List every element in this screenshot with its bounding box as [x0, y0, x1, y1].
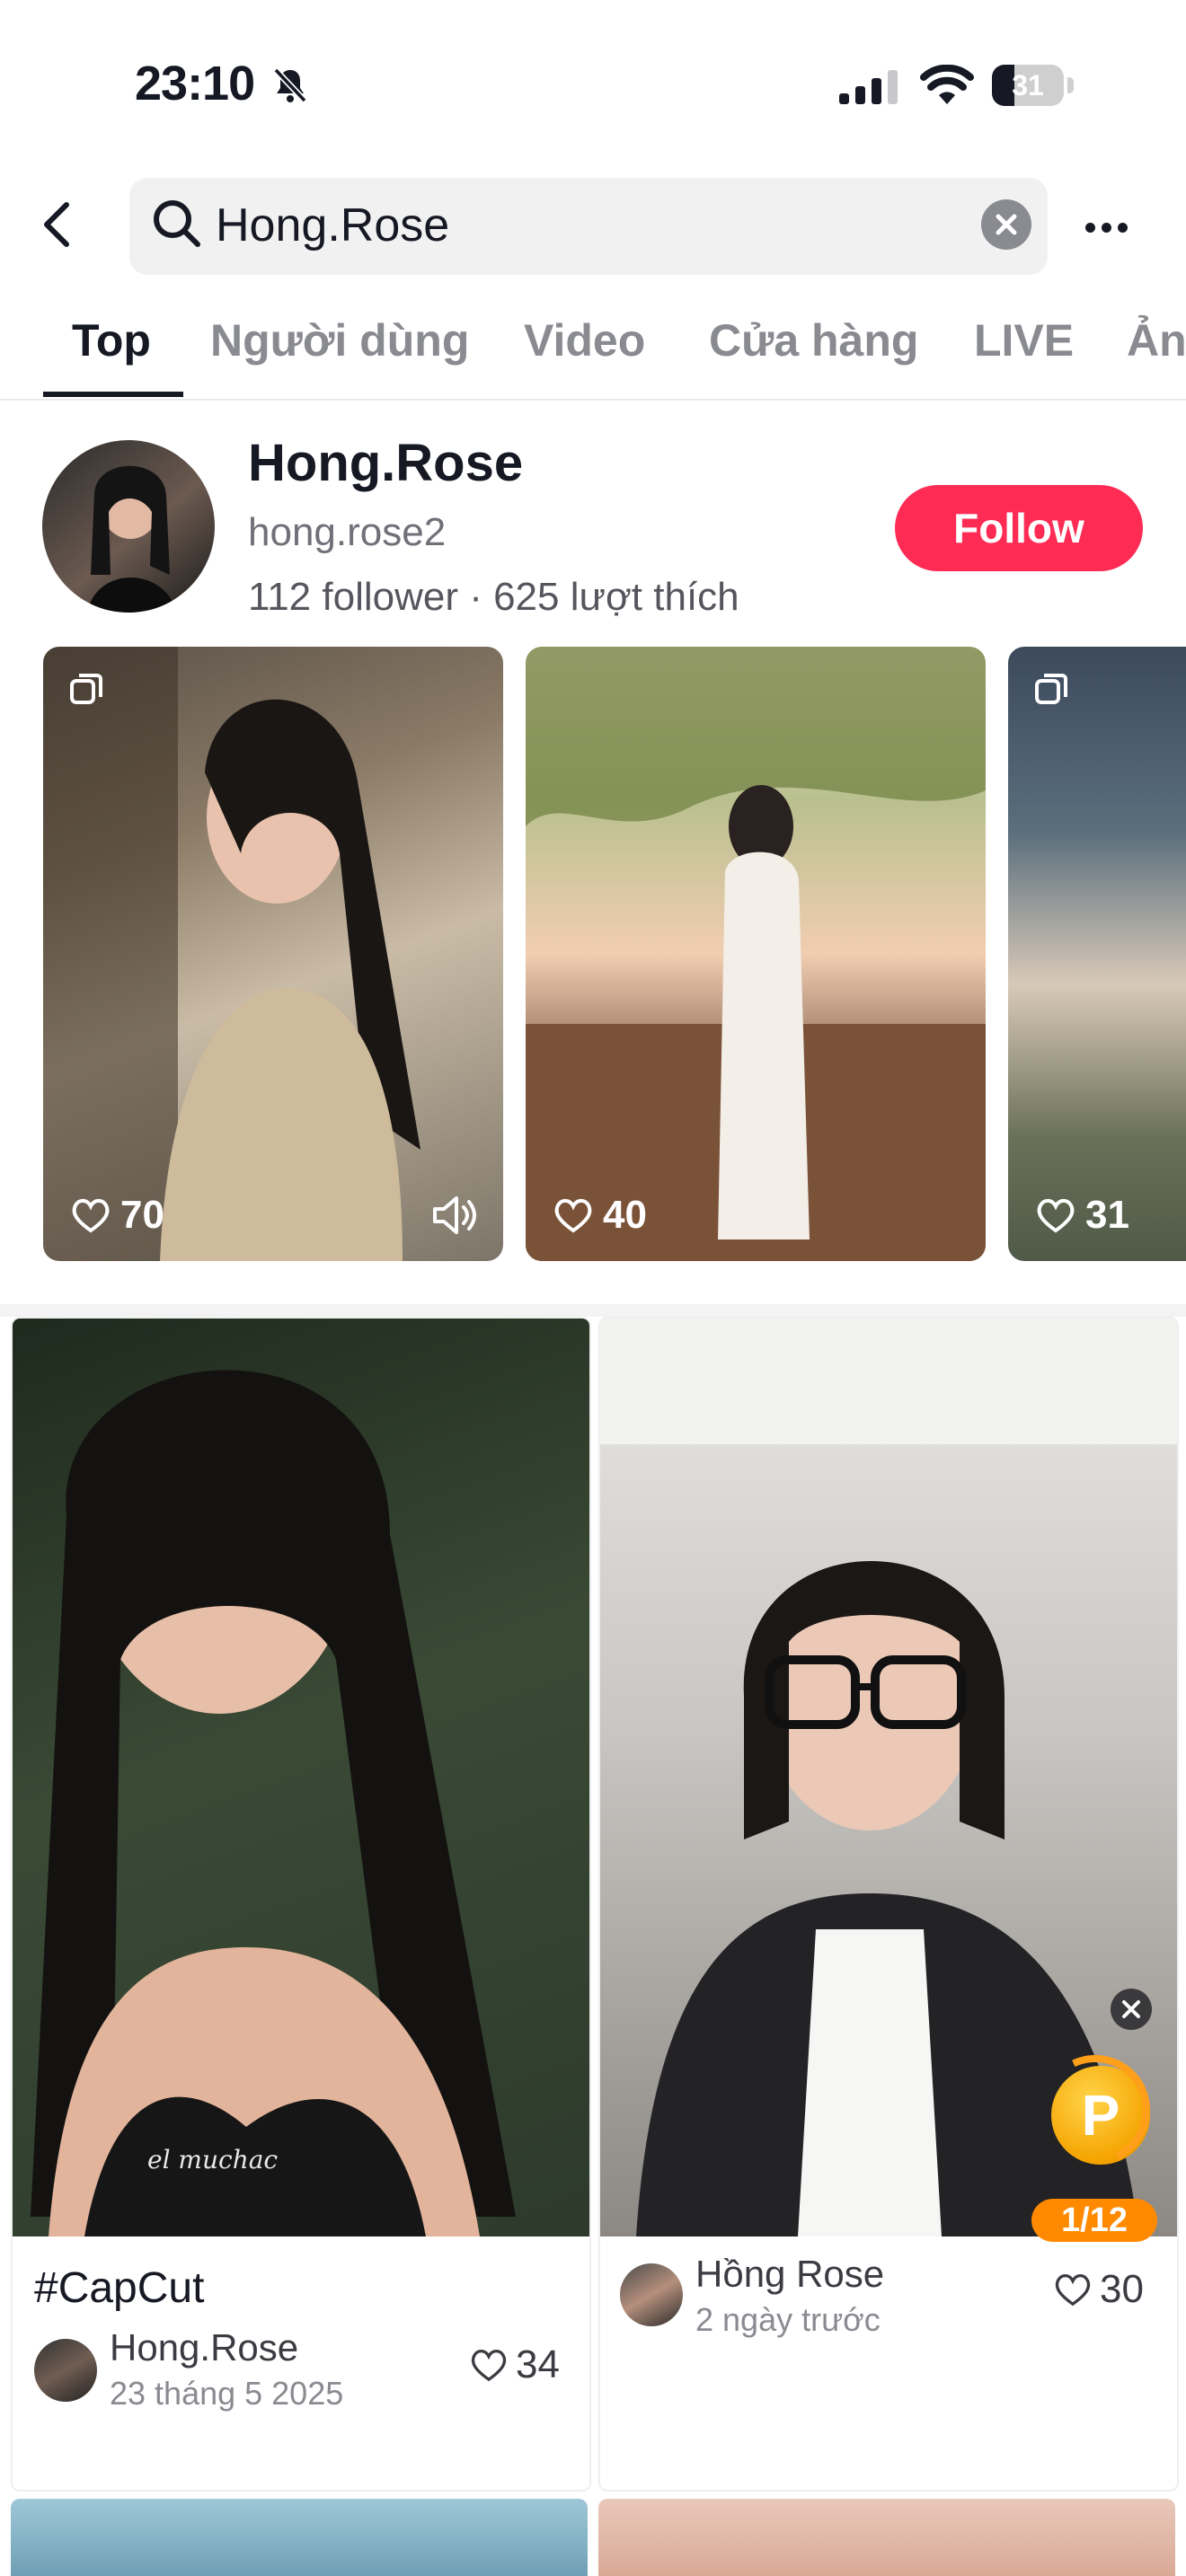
bell-muted-icon [273, 67, 307, 103]
user-display-name[interactable]: Hong.Rose [248, 433, 523, 493]
heart-icon [1037, 1198, 1075, 1233]
multi-photo-icon [1035, 674, 1067, 704]
tab-top[interactable]: Top [72, 314, 151, 366]
more-options-icon[interactable] [1085, 221, 1134, 237]
mini-video-2[interactable]: 40 [526, 647, 986, 1261]
card-likes: 34 [469, 2342, 560, 2387]
search-tabs: Top Người dùng Video Cửa hàng LIVE Ản [0, 305, 1186, 401]
search-query[interactable]: Hong.Rose [216, 194, 449, 257]
author-name[interactable]: Hong.Rose [110, 2326, 298, 2369]
video-thumbnail[interactable]: el muchac [13, 1319, 589, 2236]
video-caption: #CapCut [34, 2264, 205, 2312]
follow-button[interactable]: Follow [895, 485, 1143, 571]
mini-video-1[interactable]: 70 [43, 647, 503, 1261]
back-arrow-icon[interactable] [36, 198, 81, 251]
heart-icon [72, 1198, 110, 1233]
video-card-peek[interactable] [598, 2499, 1175, 2576]
author-avatar[interactable] [620, 2263, 683, 2326]
mini-video-likes: 40 [553, 1193, 647, 1238]
tab-shop[interactable]: Cửa hàng [709, 314, 918, 366]
battery-percent: 31 [1012, 69, 1044, 101]
active-tab-indicator [43, 392, 183, 397]
video-card-peek[interactable] [11, 2499, 588, 2576]
search-icon [154, 200, 200, 247]
heart-icon [1055, 2273, 1091, 2307]
tab-video[interactable]: Video [524, 314, 645, 366]
heart-icon [554, 1198, 592, 1233]
mini-video-likes: 31 [1035, 1193, 1129, 1238]
wifi-icon [920, 65, 974, 104]
author-name[interactable]: Hồng Rose [695, 2253, 884, 2296]
clear-search-button[interactable] [981, 199, 1031, 250]
user-stats: 112 follower · 625 lượt thích [248, 575, 739, 619]
avatar[interactable] [42, 440, 215, 613]
close-icon [1122, 2000, 1140, 2018]
reward-progress-badge: 1/12 [1031, 2199, 1157, 2242]
user-handle: hong.rose2 [248, 510, 447, 554]
mini-video-likes: 70 [70, 1193, 164, 1238]
post-date: 2 ngày trước [695, 2301, 881, 2338]
battery-indicator: 31 [992, 65, 1075, 106]
close-coin-widget-button[interactable] [1111, 1989, 1152, 2030]
video-overlay-text: el muchac [147, 2145, 279, 2175]
tab-users[interactable]: Người dùng [210, 314, 469, 366]
author-avatar[interactable] [34, 2339, 97, 2402]
tab-live[interactable]: LIVE [974, 314, 1074, 366]
status-time: 23:10 [135, 57, 255, 110]
multi-photo-icon [70, 674, 102, 704]
video-card[interactable]: Hồng Rose 2 ngày trước 30 [598, 1317, 1179, 2492]
video-card[interactable]: el muchac #CapCut Hong.Rose 23 tháng 5 2… [11, 1317, 591, 2492]
reward-coin-letter: P [1081, 2083, 1120, 2148]
section-divider [0, 1304, 1186, 1317]
cellular-signal-icon [839, 70, 898, 104]
mini-video-3[interactable]: 31 [1008, 647, 1186, 1261]
tab-photos[interactable]: Ản [1127, 314, 1186, 366]
heart-icon [471, 2349, 507, 2382]
post-date: 23 tháng 5 2025 [110, 2375, 344, 2412]
close-icon [996, 214, 1017, 235]
speaker-icon[interactable] [429, 1195, 482, 1236]
card-likes: 30 [1053, 2267, 1144, 2312]
